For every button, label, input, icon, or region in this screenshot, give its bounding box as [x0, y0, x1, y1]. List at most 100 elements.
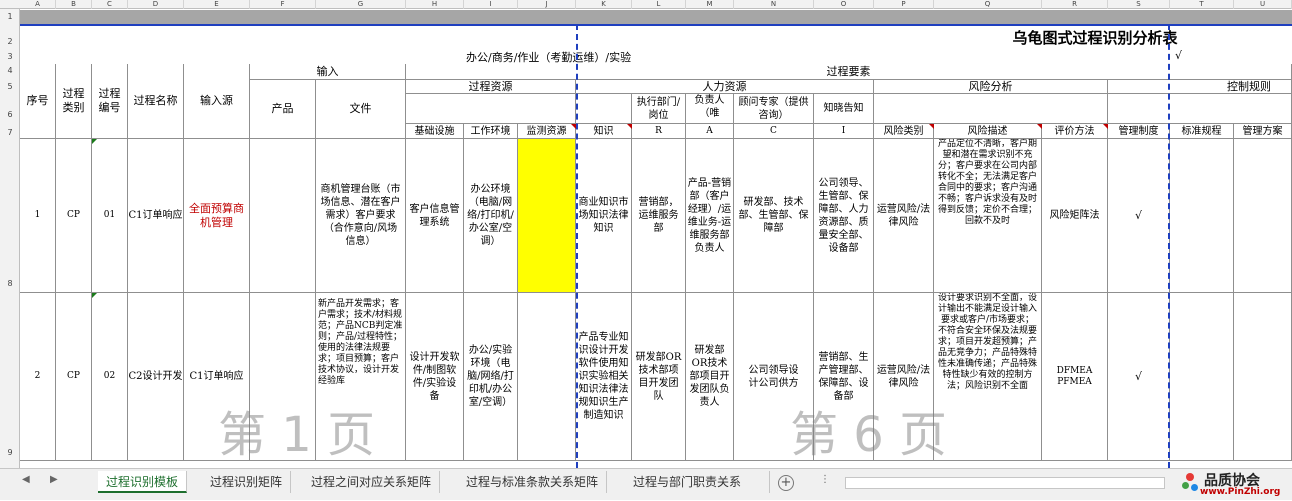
column-header[interactable]: H — [406, 0, 464, 9]
cell-monitor[interactable] — [518, 139, 576, 293]
cell-ptype[interactable]: CP — [56, 139, 92, 293]
sheet-tab[interactable]: 过程与标准条款关系矩阵 — [458, 471, 608, 493]
cell-a[interactable]: 研发部OR技术部项目开发团队负责人 — [686, 293, 734, 461]
cell-r[interactable]: 研发部OR技术部项目开发团队 — [632, 293, 686, 461]
column-header[interactable]: P — [874, 0, 934, 9]
row-header[interactable]: 4 — [0, 66, 20, 75]
header-process-elements[interactable]: 过程要素 — [406, 64, 1292, 80]
column-header[interactable]: L — [632, 0, 686, 9]
cell-workenv[interactable]: 办公/实验环境（电脑/网络/打印机/办公室/空调） — [464, 293, 518, 461]
cell-pname[interactable]: C2设计开发 — [128, 293, 184, 461]
tab-options-icon[interactable]: ⋮ — [820, 474, 830, 485]
header-risk[interactable]: 风险分析 — [874, 80, 1108, 94]
cell-knowledge[interactable]: 产品专业知识设计开发软件使用知识实验相关知识法律法规知识生产制造知识 — [576, 293, 632, 461]
column-header[interactable]: B — [56, 0, 92, 9]
cell-mgmt-sys[interactable]: √ — [1108, 139, 1170, 293]
row-header[interactable]: 1 — [0, 12, 20, 21]
tab-scroll-left-icon[interactable]: ◀ — [22, 474, 30, 485]
header-mgmt-sys[interactable]: 管理制度 — [1108, 124, 1170, 139]
comment-indicator[interactable] — [627, 124, 632, 129]
cell-std-rule[interactable] — [1170, 293, 1234, 461]
row-header[interactable]: 5 — [0, 82, 20, 91]
column-header[interactable]: S — [1108, 0, 1170, 9]
column-header[interactable]: J — [518, 0, 576, 9]
sheet-title[interactable]: 乌龟图式过程识别分析表 — [900, 27, 1290, 47]
cell-file[interactable]: 商机管理台账（市场信息、潜在客户需求）客户要求（合作意向/风场信息） — [316, 139, 406, 293]
header-eval[interactable]: 评价方法 — [1042, 124, 1108, 139]
sheet-tab[interactable]: 过程与部门职责关系 — [625, 471, 770, 493]
cell-empty[interactable] — [874, 94, 1108, 124]
cell-empty[interactable] — [576, 94, 632, 124]
column-header[interactable]: U — [1234, 0, 1292, 9]
header-infra[interactable]: 基础设施 — [406, 124, 464, 139]
header-risk-cat[interactable]: 风险类别 — [874, 124, 934, 139]
cell-pname[interactable]: C1订单响应 — [128, 139, 184, 293]
cell-monitor[interactable] — [518, 293, 576, 461]
header-file[interactable]: 文件 — [316, 80, 406, 139]
column-header[interactable]: A — [20, 0, 56, 9]
cell-seq[interactable]: 2 — [20, 293, 56, 461]
cell-c[interactable]: 研发部、技术部、生管部、保障部 — [734, 139, 814, 293]
row-header[interactable]: 7 — [0, 128, 20, 137]
comment-indicator[interactable] — [1037, 124, 1042, 129]
row-header[interactable]: 8 — [0, 279, 20, 288]
column-header[interactable]: Q — [934, 0, 1042, 9]
header-risk-desc[interactable]: 风险描述 — [934, 124, 1042, 139]
cell-r[interactable]: 营销部，运维服务部 — [632, 139, 686, 293]
cell-eval[interactable]: 风险矩阵法 — [1042, 139, 1108, 293]
header-pname[interactable]: 过程名称 — [128, 64, 184, 139]
sheet-tab[interactable]: 过程识别模板 — [98, 471, 188, 493]
tab-scroll-right-icon[interactable]: ▶ — [50, 474, 58, 485]
header-monitor[interactable]: 监测资源 — [518, 124, 576, 139]
header-ptype[interactable]: 过程类别 — [56, 64, 92, 139]
column-header[interactable]: E — [184, 0, 250, 9]
cell-infra[interactable]: 设计开发软件/制图软件/实验设备 — [406, 293, 464, 461]
header-product[interactable]: 产品 — [250, 80, 316, 139]
header-owner[interactable]: 负责人（唯 — [686, 94, 734, 124]
cell-seq[interactable]: 1 — [20, 139, 56, 293]
header-control[interactable]: 控制规则 — [1108, 80, 1292, 94]
header-a[interactable]: A — [686, 124, 734, 139]
header-i[interactable]: I — [814, 124, 874, 139]
horizontal-scrollbar[interactable] — [845, 477, 1165, 489]
row-header[interactable]: 3 — [0, 52, 20, 61]
cell-mgmt-plan[interactable] — [1234, 139, 1292, 293]
header-std-rule[interactable]: 标准规程 — [1170, 124, 1234, 139]
cell-a[interactable]: 产品-营销部（客户经理）/运维业务-运维服务部负责人 — [686, 139, 734, 293]
cell-mgmt-sys[interactable]: √ — [1108, 293, 1170, 461]
cell-ptype[interactable]: CP — [56, 293, 92, 461]
header-input-src[interactable]: 输入源 — [184, 64, 250, 139]
cell-empty[interactable] — [406, 94, 576, 124]
header-r[interactable]: R — [632, 124, 686, 139]
sheet-tab[interactable]: 过程识别矩阵 — [202, 471, 292, 493]
comment-indicator[interactable] — [929, 124, 934, 129]
cell-mgmt-plan[interactable] — [1234, 293, 1292, 461]
cell-workenv[interactable]: 办公环境（电脑/网络/打印机/办公室/空调） — [464, 139, 518, 293]
cell-infra[interactable]: 客户信息管理系统 — [406, 139, 464, 293]
column-header[interactable]: I — [464, 0, 518, 9]
cell-risk-desc[interactable]: 产品定位不清晰，客户期望和潜在需求识别不充分；客户要求在公司内部转化不全；无法满… — [934, 139, 1042, 293]
header-mgmt-plan[interactable]: 管理方案 — [1234, 124, 1292, 139]
cell-std-rule[interactable] — [1170, 139, 1234, 293]
column-header[interactable]: M — [686, 0, 734, 9]
column-header[interactable]: G — [316, 0, 406, 9]
column-header[interactable]: T — [1170, 0, 1234, 9]
column-header[interactable]: F — [250, 0, 316, 9]
sheet-tab[interactable]: 过程之间对应关系矩阵 — [303, 471, 441, 493]
cell-eval[interactable]: DFMEA PFMEA — [1042, 293, 1108, 461]
cell-i[interactable]: 公司领导、生管部、保障部、人力资源部、质量安全部、设备部 — [814, 139, 874, 293]
error-indicator[interactable] — [92, 293, 97, 298]
header-seq[interactable]: 序号 — [20, 64, 56, 139]
header-notify[interactable]: 知晓告知 — [814, 94, 874, 124]
header-exec-dept[interactable]: 执行部门/岗位 — [632, 94, 686, 124]
header-process-resource[interactable]: 过程资源 — [406, 80, 576, 94]
row-header[interactable]: 9 — [0, 448, 20, 457]
cell-pnum[interactable]: 02 — [92, 293, 128, 461]
header-c[interactable]: C — [734, 124, 814, 139]
header-consultant[interactable]: 顾问专家（提供咨询） — [734, 94, 814, 124]
cell-risk-cat[interactable]: 运营风险/法律风险 — [874, 139, 934, 293]
column-header[interactable]: C — [92, 0, 128, 9]
cell-input-src[interactable]: 全面预算商机管理 — [184, 139, 250, 293]
add-sheet-button[interactable]: + — [778, 475, 794, 491]
column-header[interactable]: R — [1042, 0, 1108, 9]
